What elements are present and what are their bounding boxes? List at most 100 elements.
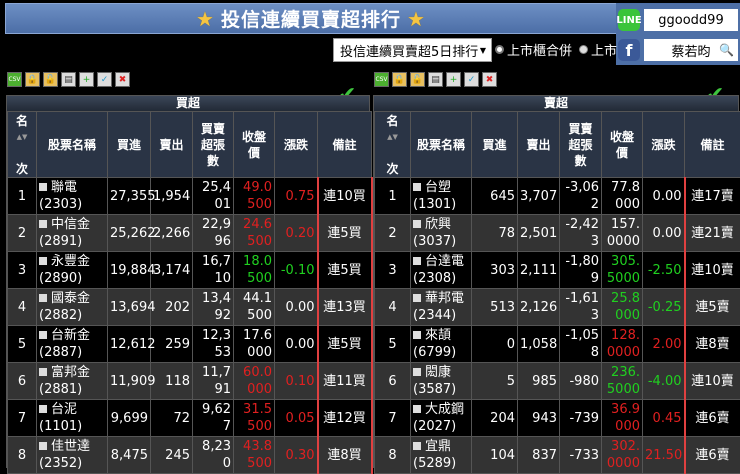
- table-row[interactable]: 7 大成鋼(2027) 204 943 -739 36.9000 0.45 連6…: [375, 400, 740, 437]
- table-row[interactable]: 2 中信金(2891) 25,262 2,266 22,996 24.6500 …: [8, 215, 372, 252]
- stock-name-cell[interactable]: 國泰金(2882): [37, 289, 108, 326]
- table-row[interactable]: 7 台泥(1101) 9,699 72 9,627 31.5500 0.05 連…: [8, 400, 372, 437]
- ranking-select[interactable]: 投信連續買賣超5日排行 ▼: [333, 38, 492, 62]
- facebook-contact[interactable]: f 蔡若昀 🔍: [618, 37, 738, 63]
- column-header-buy[interactable]: 買進: [108, 112, 151, 178]
- stock-name-cell[interactable]: 永豐金(2890): [37, 252, 108, 289]
- checkbox[interactable]: [413, 368, 421, 376]
- table-row[interactable]: 6 富邦金(2881) 11,909 118 11,791 60.0000 0.…: [8, 363, 372, 400]
- table-row[interactable]: 1 聯電(2303) 27,355 1,954 25,401 49.0500 0…: [8, 178, 372, 215]
- stock-name-cell[interactable]: 中信金(2891): [37, 215, 108, 252]
- column-header-note[interactable]: 備註: [318, 112, 372, 178]
- stock-name[interactable]: 欣興: [425, 217, 451, 232]
- stock-name-cell[interactable]: 台達電(2308): [411, 252, 472, 289]
- stock-name-cell[interactable]: 台新金(2887): [37, 326, 108, 363]
- checkbox[interactable]: [413, 405, 421, 413]
- stock-name[interactable]: 佳世達: [51, 439, 90, 454]
- check-icon[interactable]: ✓: [97, 72, 112, 87]
- stock-name-cell[interactable]: 來頡(6799): [411, 326, 472, 363]
- checkbox[interactable]: [413, 331, 421, 339]
- stock-name-cell[interactable]: 台泥(1101): [37, 400, 108, 437]
- stock-name-cell[interactable]: 華邦電(2344): [411, 289, 472, 326]
- stock-name-cell[interactable]: 台塑(1301): [411, 178, 472, 215]
- stock-name-cell[interactable]: 欣興(3037): [411, 215, 472, 252]
- stock-name[interactable]: 來頡: [425, 328, 451, 343]
- search-icon[interactable]: 🔍: [719, 43, 734, 57]
- lock-icon[interactable]: 🔒: [392, 72, 407, 87]
- unlock-icon[interactable]: 🔓: [43, 72, 58, 87]
- checkbox[interactable]: [413, 257, 421, 265]
- checkbox[interactable]: [39, 442, 47, 450]
- checkbox[interactable]: [39, 183, 47, 191]
- stock-name[interactable]: 永豐金: [51, 254, 90, 269]
- checkbox[interactable]: [39, 331, 47, 339]
- checkbox[interactable]: [39, 368, 47, 376]
- delete-icon[interactable]: ✖: [482, 72, 497, 87]
- stock-name[interactable]: 富邦金: [51, 365, 90, 380]
- column-header-rank[interactable]: 名▲▼次: [8, 112, 37, 178]
- column-header-net[interactable]: 買賣超張數: [193, 112, 234, 178]
- add-icon[interactable]: +: [446, 72, 461, 87]
- column-header-close[interactable]: 收盤價: [602, 112, 643, 178]
- checkbox[interactable]: [39, 257, 47, 265]
- table-row[interactable]: 5 台新金(2887) 12,612 259 12,353 17.6000 0.…: [8, 326, 372, 363]
- stock-name[interactable]: 國泰金: [51, 291, 90, 306]
- checkbox[interactable]: [39, 294, 47, 302]
- checkbox[interactable]: [39, 405, 47, 413]
- stock-name-cell[interactable]: 聯電(2303): [37, 178, 108, 215]
- stock-name-cell[interactable]: 富邦金(2881): [37, 363, 108, 400]
- column-header-rank[interactable]: 名▲▼次: [375, 112, 411, 178]
- column-header-sell[interactable]: 賣出: [518, 112, 560, 178]
- table-row[interactable]: 3 永豐金(2890) 19,884 3,174 16,710 18.0500 …: [8, 252, 372, 289]
- unlock-icon[interactable]: 🔓: [410, 72, 425, 87]
- checkbox[interactable]: [413, 294, 421, 302]
- checkbox[interactable]: [413, 220, 421, 228]
- delete-icon[interactable]: ✖: [115, 72, 130, 87]
- radio-listed[interactable]: [579, 45, 588, 54]
- column-header-name[interactable]: 股票名稱: [411, 112, 472, 178]
- print-icon[interactable]: ▤: [428, 72, 443, 87]
- stock-name[interactable]: 大成鋼: [425, 402, 464, 417]
- stock-name-cell[interactable]: 閎康(3587): [411, 363, 472, 400]
- stock-name-cell[interactable]: 大成鋼(2027): [411, 400, 472, 437]
- table-row[interactable]: 6 閎康(3587) 5 985 -980 236.5000 -4.00 連10…: [375, 363, 740, 400]
- checkbox[interactable]: [413, 183, 421, 191]
- stock-name[interactable]: 台塑: [425, 180, 451, 195]
- stock-name[interactable]: 宜鼎: [425, 439, 451, 454]
- sort-icon[interactable]: ▲▼: [375, 129, 410, 145]
- column-header-note[interactable]: 備註: [685, 112, 740, 178]
- csv-icon[interactable]: CSV: [374, 72, 389, 87]
- radio-combined[interactable]: [495, 45, 504, 54]
- column-header-net[interactable]: 買賣超張數: [560, 112, 602, 178]
- stock-name[interactable]: 聯電: [51, 180, 77, 195]
- column-header-change[interactable]: 漲跌: [275, 112, 318, 178]
- lock-icon[interactable]: 🔒: [25, 72, 40, 87]
- stock-name[interactable]: 華邦電: [425, 291, 464, 306]
- table-row[interactable]: 4 國泰金(2882) 13,694 202 13,492 44.1500 0.…: [8, 289, 372, 326]
- checkbox[interactable]: [39, 220, 47, 228]
- table-row[interactable]: 5 來頡(6799) 0 1,058 -1,058 128.0000 2.00 …: [375, 326, 740, 363]
- table-row[interactable]: 4 華邦電(2344) 513 2,126 -1,613 25.8000 -0.…: [375, 289, 740, 326]
- print-icon[interactable]: ▤: [61, 72, 76, 87]
- line-contact[interactable]: LINE ggoodd99: [618, 7, 738, 33]
- sort-icon[interactable]: ▲▼: [8, 129, 36, 145]
- table-row[interactable]: 3 台達電(2308) 303 2,111 -1,809 305.5000 -2…: [375, 252, 740, 289]
- column-header-name[interactable]: 股票名稱: [37, 112, 108, 178]
- stock-name[interactable]: 中信金: [51, 217, 90, 232]
- radio-listed-label[interactable]: 上市: [591, 40, 617, 59]
- radio-combined-label[interactable]: 上市櫃合併: [507, 40, 572, 59]
- column-header-close[interactable]: 收盤價: [234, 112, 275, 178]
- add-icon[interactable]: +: [79, 72, 94, 87]
- table-row[interactable]: 2 欣興(3037) 78 2,501 -2,423 157.0000 0.00…: [375, 215, 740, 252]
- stock-name[interactable]: 閎康: [425, 365, 451, 380]
- column-header-change[interactable]: 漲跌: [643, 112, 685, 178]
- stock-name[interactable]: 台達電: [425, 254, 464, 269]
- stock-name[interactable]: 台泥: [51, 402, 77, 417]
- column-header-sell[interactable]: 賣出: [151, 112, 193, 178]
- stock-name[interactable]: 台新金: [51, 328, 90, 343]
- csv-icon[interactable]: CSV: [7, 72, 22, 87]
- table-row[interactable]: 1 台塑(1301) 645 3,707 -3,062 77.8000 0.00…: [375, 178, 740, 215]
- check-icon[interactable]: ✓: [464, 72, 479, 87]
- column-header-buy[interactable]: 買進: [472, 112, 518, 178]
- checkbox[interactable]: [413, 442, 421, 450]
